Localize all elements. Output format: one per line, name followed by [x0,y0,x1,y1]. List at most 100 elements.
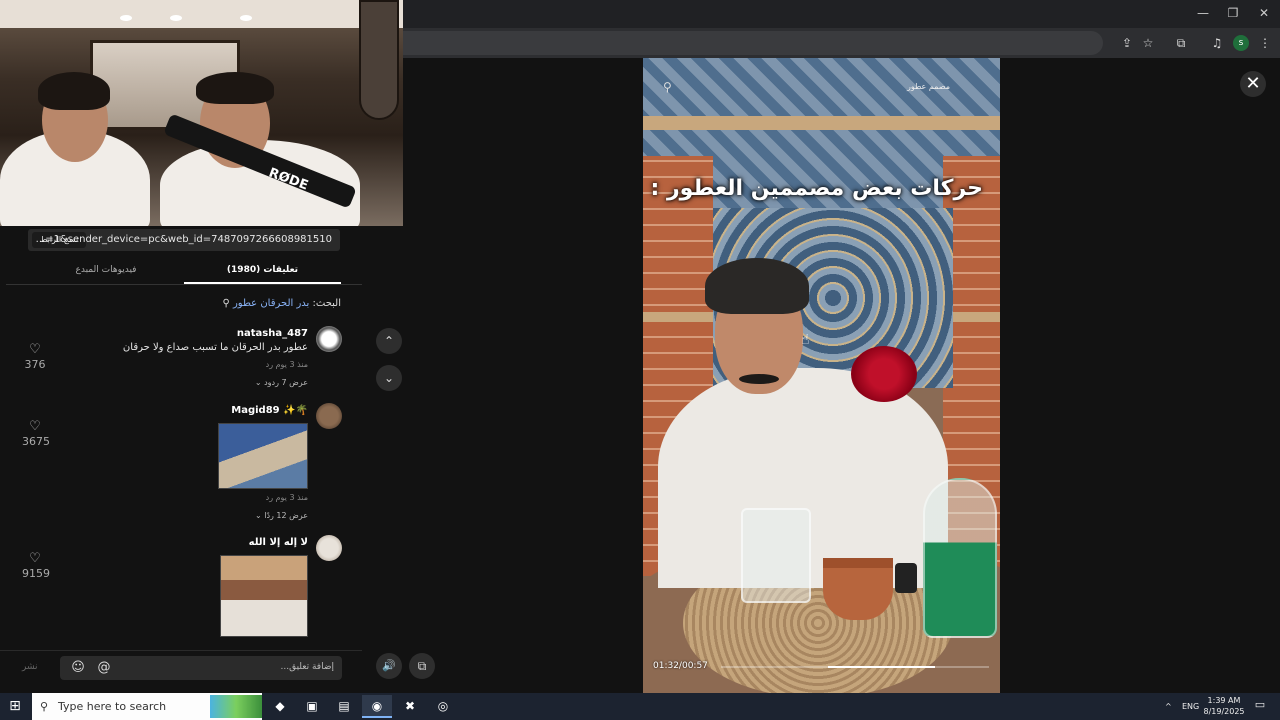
webcam-hair-right [196,72,274,104]
restore-button[interactable]: ❐ [1222,4,1244,22]
video-mustache [739,374,779,384]
volume-button[interactable]: 🔊 [376,653,402,679]
taskbar-clock[interactable]: 1:39 AM 8/19/2025 [1200,695,1248,717]
screen: — ❐ ✕ ⇪ ☆ ⧉ ♫ s ⋮ RØDE نسخ الرابط ...=1&… [0,0,1280,720]
ceiling-light [240,15,252,21]
heart-icon[interactable]: ♡ [22,552,48,566]
search-icon: ⚲ [40,700,49,713]
view-replies-link[interactable]: عرض 12 ردًا ⌄ [255,511,308,520]
like-count: 376 [24,358,46,371]
comment-input-row: نشر ☺ @ إضافة تعليق... [0,650,362,682]
video-hair [705,258,809,314]
search-prefix: البحث: [309,298,342,309]
minimize-button[interactable]: — [1192,4,1214,22]
tray-chevron-icon[interactable]: ^ [1165,693,1172,720]
mouse-cursor-icon: ☝ [801,332,810,348]
comment-item: Magid89 ✨🌴 منذ 3 يوم رد عرض 12 ردًا ⌄ [22,403,342,523]
video-clay-pot [823,558,893,620]
taskbar-app-zoom-icon[interactable]: ▣ [297,695,327,718]
ceiling-light [170,15,182,21]
picture-in-picture-button[interactable]: ⧉ [409,653,435,679]
heart-icon[interactable]: ♡ [22,343,48,357]
video-progress-fill [828,666,936,668]
view-replies-link[interactable]: عرض 7 ردود ⌄ [255,378,308,387]
media-control-icon[interactable]: ♫ [1209,35,1225,51]
video-glass-pitcher [741,508,811,603]
video-progress-bar[interactable] [721,666,989,668]
close-viewer-button[interactable]: ✕ [1240,71,1266,97]
install-app-icon[interactable]: ⇪ [1119,35,1135,51]
video-phone [895,563,917,593]
video-player[interactable]: ⚲ مصمم عطور حركات بعض مصممين العطور : 01… [643,58,1000,693]
comment-image[interactable] [220,555,308,637]
comment-meta[interactable]: منذ 3 يوم رد [266,360,308,369]
extensions-icon[interactable]: ⧉ [1173,35,1189,51]
bookmark-star-icon[interactable]: ☆ [1140,35,1156,51]
ceiling-light [120,15,132,21]
taskbar: ⊞ ⚲ Type here to search ◆ ▣ ▤ ◉ ✖ ◎ ^ EN… [0,693,1280,720]
comment-like[interactable]: ♡ 3675 [22,420,50,449]
comment-input[interactable]: ☺ @ إضافة تعليق... [60,656,342,680]
search-highlight-art [210,695,262,718]
clock-date: 8/19/2025 [1203,707,1245,716]
comment-text: عطور بدر الحرقان ما تسبب صداع ولا حرقان [122,342,308,353]
avatar[interactable] [316,535,342,561]
next-video-button[interactable]: ⌄ [376,365,402,391]
mention-icon[interactable]: @ [96,660,112,676]
comment-item: natasha_487 عطور بدر الحرقان ما تسبب صدا… [22,326,342,396]
previous-video-button[interactable]: ⌃ [376,328,402,354]
comment-like[interactable]: ♡ 376 [22,343,48,372]
webcam-mirror [359,0,399,120]
share-link-bar: نسخ الرابط ...=1&sender_device=pc&web_id… [28,229,340,251]
tabs-divider [6,284,362,285]
language-indicator[interactable]: ENG [1182,693,1199,720]
taskbar-app-obs-icon[interactable]: ◎ [428,695,458,718]
heart-icon[interactable]: ♡ [22,420,48,434]
taskbar-search-placeholder: Type here to search [58,700,167,713]
comment-meta[interactable]: منذ 3 يوم رد [266,493,308,502]
taskbar-app-copilot-icon[interactable]: ◆ [265,695,295,718]
avatar[interactable] [316,326,342,352]
notification-icon[interactable]: ▭ [1252,698,1268,714]
address-bar[interactable] [403,31,1103,55]
video-time: 01:32/00:57 [653,661,708,671]
like-count: 3675 [22,435,50,448]
video-bottle [923,478,997,638]
browser-menu-icon[interactable]: ⋮ [1257,35,1273,51]
post-comment-button[interactable]: نشر [22,662,38,672]
tab-comments[interactable]: تعليقات (1980) [184,262,341,284]
taskbar-app-capcut-icon[interactable]: ✖ [395,695,425,718]
webcam-ceiling [0,0,403,28]
comment-search-term[interactable]: البحث: بدر الحرقان عطور ⚲ [222,298,341,309]
video-shelf [643,116,1000,130]
share-link-text[interactable]: ...=1&sender_device=pc&web_id=7487097266… [36,234,332,245]
comment-like[interactable]: ♡ 9159 [22,552,50,581]
avatar[interactable] [316,403,342,429]
close-window-button[interactable]: ✕ [1253,4,1275,22]
browser-titlebar: — ❐ ✕ [403,0,1280,28]
webcam-overlay: RØDE [0,0,403,226]
comment-username[interactable]: لا إله إلا الله [249,537,308,548]
emoji-icon[interactable]: ☺ [70,660,86,676]
start-button[interactable]: ⊞ [0,693,30,720]
taskbar-app-explorer-icon[interactable]: ▤ [329,695,359,718]
comment-username[interactable]: natasha_487 [237,328,308,339]
search-term-link[interactable]: بدر الحرقان عطور [233,298,309,309]
like-count: 9159 [22,567,50,580]
profile-avatar[interactable]: s [1233,35,1249,51]
comment-username[interactable]: Magid89 ✨🌴 [231,405,308,416]
comment-image[interactable] [218,423,308,489]
video-rose [851,346,917,402]
video-search-icon[interactable]: ⚲ [663,80,672,94]
browser-toolbar: ⇪ ☆ ⧉ ♫ s ⋮ [403,28,1280,58]
video-top-caption: مصمم عطور [906,82,950,91]
comment-item: لا إله إلا الله [22,535,342,637]
search-icon: ⚲ [222,298,230,309]
clock-time: 1:39 AM [1207,696,1241,705]
webcam-hair-left [38,72,110,110]
tab-creator-videos[interactable]: فيديوهات المبدع [28,262,184,284]
comment-placeholder: إضافة تعليق... [280,662,334,672]
video-overlay-title: حركات بعض مصممين العطور : [650,176,983,201]
taskbar-search[interactable]: ⚲ Type here to search [32,693,262,720]
taskbar-app-chrome-icon[interactable]: ◉ [362,695,392,718]
